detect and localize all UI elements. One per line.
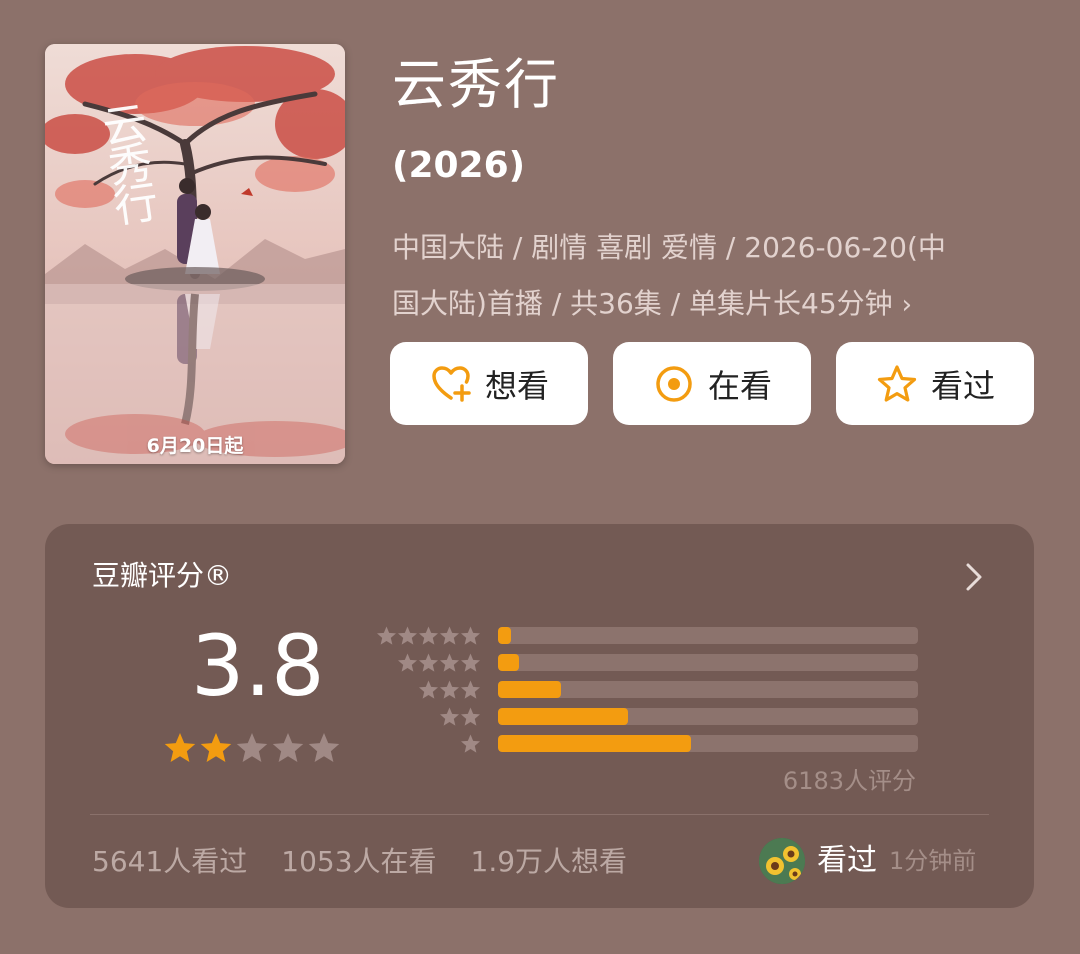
poster-image[interactable]: 云秀行 6月20日起 (45, 44, 345, 464)
distribution-row-3-star (378, 678, 918, 705)
watched-count: 5641人看过 (92, 845, 248, 878)
target-icon (656, 365, 692, 402)
friend-status: 看过 (817, 843, 877, 878)
star-outline-icon (877, 364, 917, 402)
distribution-bar-track (498, 654, 918, 671)
star-filled-icon (164, 733, 196, 762)
distribution-stars-icon (439, 707, 481, 726)
distribution-row-5-star (376, 624, 918, 651)
distribution-row-4-star (378, 651, 918, 678)
distribution-bar-fill (498, 708, 629, 725)
rating-card[interactable]: 豆瓣评分® 3.8 6183人评分 5641人看过 1053人在看 1.9万人想… (45, 524, 1034, 908)
rating-count: 6183人评分 (782, 767, 916, 795)
star-small-icon (439, 680, 460, 699)
star-small-icon (439, 707, 460, 726)
distribution-row-1-star (378, 732, 918, 759)
distribution-stars-icon (460, 734, 481, 753)
meta-line-2-text: 国大陆)首播 / 共36集 / 单集片长45分钟 (392, 287, 893, 320)
meta-line-2: 国大陆)首播 / 共36集 / 单集片长45分钟 › (392, 276, 1032, 333)
star-small-icon (460, 707, 481, 726)
distribution-row-2-star (378, 705, 918, 732)
page-title: 云秀行 (392, 53, 560, 116)
distribution-bar-track (498, 708, 918, 725)
rating-distribution (376, 624, 918, 759)
watching-button[interactable]: 在看 (613, 342, 811, 425)
meta-line-1: 中国大陆 / 剧情 喜剧 爱情 / 2026-06-20(中 (392, 231, 946, 264)
distribution-bar-track (498, 735, 918, 752)
distribution-bar-fill (498, 735, 692, 752)
sunflower-avatar-image (759, 838, 805, 884)
watched-label: 看过 (930, 366, 995, 405)
watching-label: 在看 (707, 366, 772, 405)
chevron-right-icon[interactable] (964, 562, 984, 592)
star-small-icon (460, 680, 481, 699)
poster-date: 6月20日起 (146, 435, 244, 457)
star-small-icon (418, 653, 439, 672)
stats-row: 5641人看过 1053人在看 1.9万人想看 (92, 848, 627, 876)
distribution-stars-icon (376, 626, 481, 645)
distribution-bar-track (498, 627, 918, 644)
star-small-icon (460, 734, 481, 753)
star-empty-icon (272, 733, 304, 762)
want-to-watch-button[interactable]: 想看 (390, 342, 588, 425)
avatar[interactable] (759, 838, 805, 884)
star-small-icon (376, 626, 397, 645)
want-count: 1.9万人想看 (470, 845, 628, 878)
meta-info[interactable]: 中国大陆 / 剧情 喜剧 爱情 / 2026-06-20(中 国大陆)首播 / … (392, 220, 1032, 333)
rating-stars (164, 733, 340, 762)
star-small-icon (439, 653, 460, 672)
chevron-right-icon: › (901, 290, 912, 320)
release-year: (2026) (392, 145, 526, 186)
rating-source-label: 豆瓣评分® (92, 559, 233, 592)
heart-plus-icon (432, 365, 471, 402)
star-small-icon (460, 626, 481, 645)
distribution-stars-icon (397, 653, 481, 672)
star-small-icon (439, 626, 460, 645)
star-small-icon (460, 653, 481, 672)
star-small-icon (397, 626, 418, 645)
rating-score: 3.8 (191, 617, 325, 715)
star-empty-icon (308, 733, 340, 762)
distribution-bar-fill (498, 654, 519, 671)
distribution-bar-track (498, 681, 918, 698)
star-empty-icon (236, 733, 268, 762)
distribution-stars-icon (418, 680, 481, 699)
star-small-icon (397, 653, 418, 672)
divider (90, 814, 989, 815)
poster-artwork (45, 44, 345, 464)
watching-count: 1053人在看 (281, 845, 437, 878)
star-filled-icon (200, 733, 232, 762)
star-small-icon (418, 626, 439, 645)
want-to-watch-label: 想看 (484, 366, 549, 405)
distribution-bar-fill (498, 627, 511, 644)
distribution-bar-fill (498, 681, 561, 698)
star-small-icon (418, 680, 439, 699)
watched-button[interactable]: 看过 (836, 342, 1034, 425)
friend-activity[interactable]: 看过 1分钟前 (759, 838, 976, 884)
friend-time: 1分钟前 (889, 847, 977, 875)
